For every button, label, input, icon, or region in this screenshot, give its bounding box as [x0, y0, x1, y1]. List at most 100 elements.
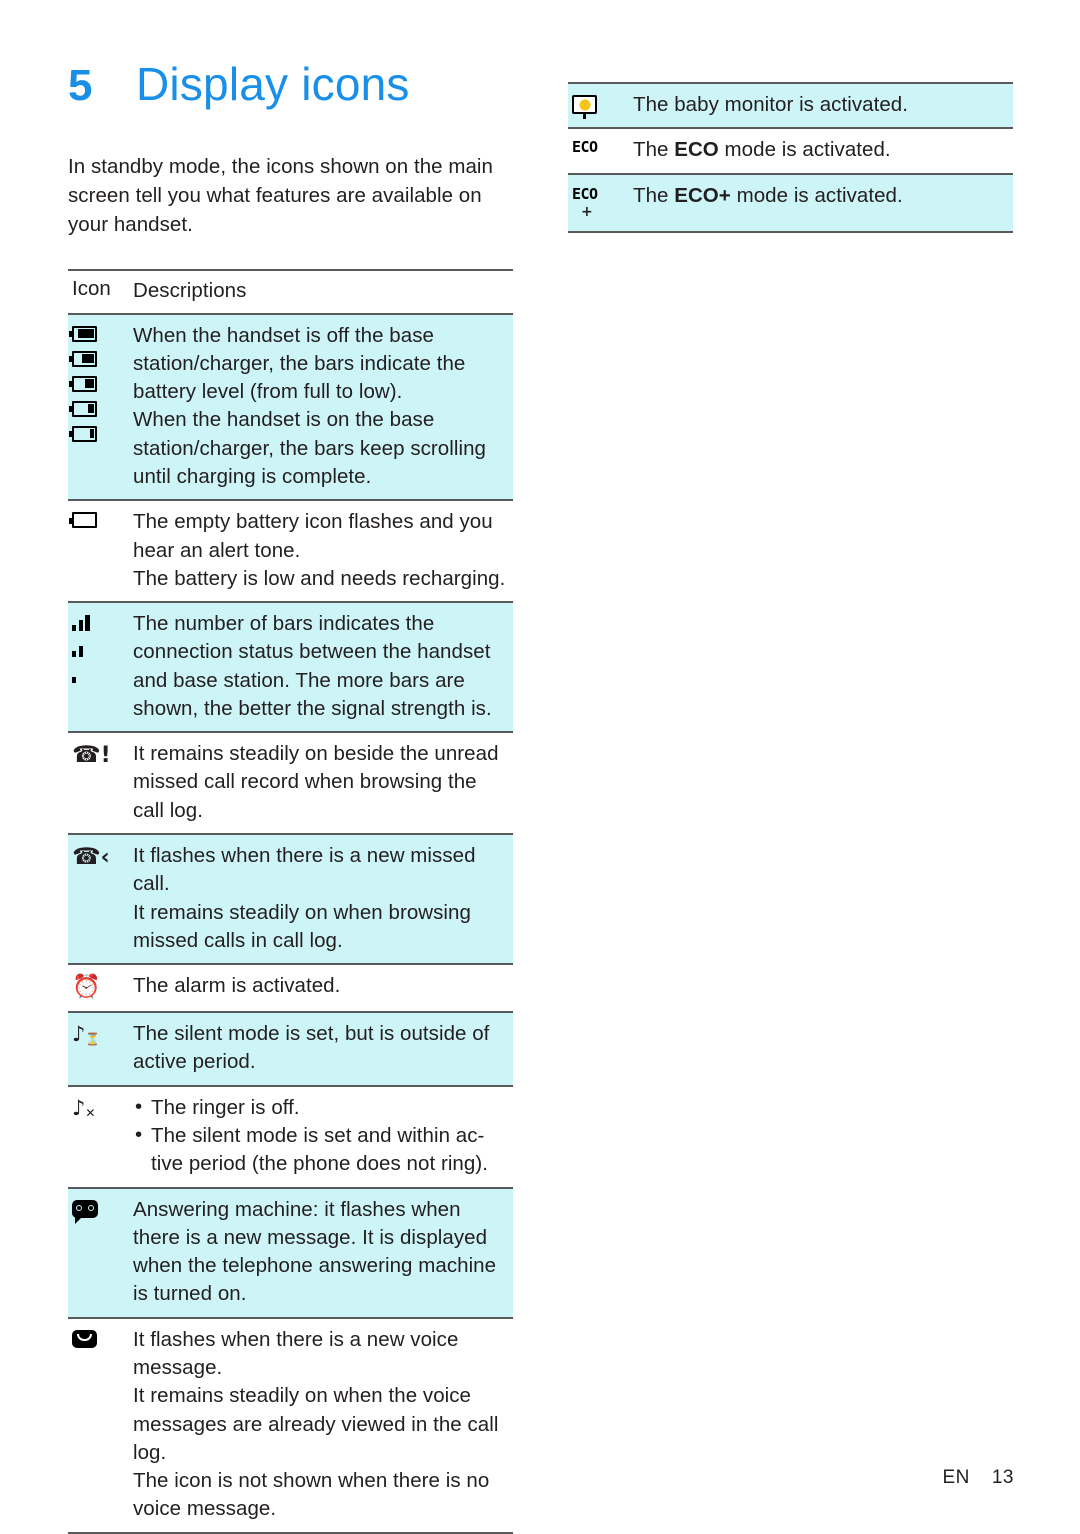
- desc-line: call.: [133, 872, 170, 896]
- desc-line: active period.: [133, 1050, 256, 1074]
- table-row: ☎‹ It flashes when there is a new missed…: [68, 833, 513, 964]
- icon-cell: [68, 315, 133, 454]
- table-row: Answering machine: it flashes when there…: [68, 1186, 513, 1317]
- desc-line: It remains steadily on when browsing: [133, 900, 471, 924]
- description-cell: Answering machine: it flashes when there…: [133, 1189, 513, 1317]
- desc-line: when the telephone answering machine: [133, 1254, 497, 1278]
- battery-medium-icon: [69, 375, 97, 392]
- desc-bold: ECO+: [674, 183, 731, 207]
- desc-line: It remains steadily on beside the unread: [133, 742, 499, 766]
- header-description: Descriptions: [133, 279, 247, 303]
- battery-full-icon: [69, 325, 97, 342]
- table-row: It flashes when there is a new voice mes…: [68, 1316, 513, 1534]
- battery-low-icon: [69, 400, 97, 417]
- desc-line: The battery is low and needs recharging.: [133, 566, 506, 590]
- table-row: ECO The ECO mode is activated.: [568, 127, 1013, 172]
- signal-bars-1-icon: [72, 666, 133, 684]
- signal-bars-2-icon: [72, 640, 133, 658]
- description-cell: The ECO+ mode is activated.: [633, 175, 1013, 218]
- icon-cell: [68, 1319, 133, 1360]
- description-cell: The baby monitor is activated.: [633, 84, 1013, 127]
- table-row: The number of bars indicates the connect…: [68, 601, 513, 732]
- desc-bold: ECO: [674, 138, 719, 162]
- icon-cell: ⏰: [68, 965, 133, 1011]
- table-row: The empty battery icon flashes and you h…: [68, 499, 513, 601]
- desc-line: log.: [133, 1440, 167, 1464]
- icon-cell: ☎!: [68, 733, 133, 779]
- eco-plus-sign: +: [581, 203, 593, 220]
- desc-line: The silent mode is set, but is outside o…: [133, 1022, 490, 1046]
- desc-line: Answering machine: it flashes when: [133, 1197, 461, 1221]
- description-cell: It flashes when there is a new voice mes…: [133, 1319, 513, 1532]
- eco-plus-icon: ECO +: [572, 186, 633, 219]
- desc-line: is turned on.: [133, 1282, 247, 1306]
- intro-paragraph: In standby mode, the icons shown on the …: [68, 155, 493, 236]
- battery-very-low-icon: [69, 425, 97, 442]
- desc-line: missed calls in call log.: [133, 928, 343, 952]
- silent-mode-scheduled-icon: ♪⏳: [72, 1022, 101, 1047]
- icon-cell: [68, 1189, 133, 1230]
- header-icon: Icon: [72, 277, 111, 301]
- display-icons-table-continued: The baby monitor is activated. ECO The E…: [568, 82, 1013, 233]
- icon-cell: ECO +: [568, 175, 633, 231]
- desc-line: When the handset is off the base: [133, 323, 434, 347]
- footer-language: EN: [942, 1467, 970, 1488]
- table-row: ⏰ The alarm is activated.: [68, 963, 513, 1011]
- desc-line: station/charger, the bars keep scrolling: [133, 436, 486, 460]
- chapter-title: Display icons: [136, 58, 410, 110]
- desc-line: When the handset is on the base: [133, 408, 435, 432]
- table-row: The baby monitor is activated.: [568, 82, 1013, 128]
- icon-cell: [68, 603, 133, 695]
- table-header-row: Icon Descriptions: [68, 269, 513, 315]
- desc-line: hear an alert tone.: [133, 538, 301, 562]
- desc-prefix: The: [633, 183, 675, 207]
- desc-prefix: The: [633, 138, 675, 162]
- table-row: ECO + The ECO+ mode is activated.: [568, 172, 1013, 233]
- description-cell: The alarm is activated.: [133, 965, 513, 1008]
- left-column: 5 Display icons In standby mode, the ico…: [68, 60, 513, 1534]
- desc-line: It flashes when there is a new voice: [133, 1327, 459, 1351]
- baby-monitor-icon: [572, 95, 597, 119]
- desc-line: missed call record when browsing the: [133, 770, 477, 794]
- icon-cell: ☎‹: [68, 835, 133, 881]
- description-cell: The number of bars indicates the connect…: [133, 603, 513, 731]
- battery-high-icon: [69, 350, 97, 367]
- eco-icon: ECO: [572, 138, 598, 157]
- icon-cell: ♪⏳: [68, 1013, 133, 1057]
- icon-cell: [568, 84, 633, 126]
- icon-cell: ECO: [568, 129, 633, 167]
- eco-plus-label: ECO: [572, 184, 598, 203]
- desc-line: connection status between the handset: [133, 640, 491, 664]
- desc-line: The alarm is activated.: [133, 974, 341, 998]
- description-cell: The ECO mode is activated.: [633, 129, 1013, 172]
- desc-line: call log.: [133, 798, 203, 822]
- desc-line: voice message.: [133, 1497, 277, 1521]
- desc-line: messages are already viewed in the call: [133, 1412, 499, 1436]
- description-cell: It flashes when there is a new missed ca…: [133, 835, 513, 963]
- description-cell: The silent mode is set, but is outside o…: [133, 1013, 513, 1085]
- desc-line: there is a new message. It is displayed: [133, 1225, 488, 1249]
- desc-line: It flashes when there is a new missed: [133, 844, 476, 868]
- icon-cell: [68, 501, 133, 540]
- table-row: When the handset is off the base station…: [68, 314, 513, 500]
- list-item: The silent mode is set and within ac-tiv…: [133, 1121, 513, 1179]
- voice-message-icon: [72, 1329, 97, 1348]
- chapter-number: 5: [68, 61, 93, 110]
- footer-page-number: 13: [991, 1467, 1014, 1488]
- description-cell: It remains steadily on beside the unread…: [133, 733, 513, 833]
- answering-machine-icon: [72, 1199, 98, 1224]
- right-column: The baby monitor is activated. ECO The E…: [568, 82, 1013, 233]
- missed-call-new-icon: ☎‹: [72, 844, 110, 871]
- signal-bars-3-icon: [72, 614, 133, 632]
- page-title: 5 Display icons: [68, 60, 513, 109]
- missed-call-unread-icon: ☎!: [72, 742, 111, 769]
- display-icons-table: Icon Descriptions When the handset is of…: [68, 269, 513, 1534]
- table-row: ♪⏳ The silent mode is set, but is outsid…: [68, 1011, 513, 1085]
- description-cell: The ringer is off. The silent mode is se…: [133, 1087, 513, 1187]
- battery-empty-icon: [69, 512, 97, 529]
- desc-line: and base station. The more bars are: [133, 668, 465, 692]
- desc-line: until charging is complete.: [133, 464, 372, 488]
- icon-cell: ♪✕: [68, 1087, 133, 1131]
- alarm-clock-icon: ⏰: [72, 974, 101, 1001]
- ringer-off-icon: ♪✕: [72, 1095, 96, 1120]
